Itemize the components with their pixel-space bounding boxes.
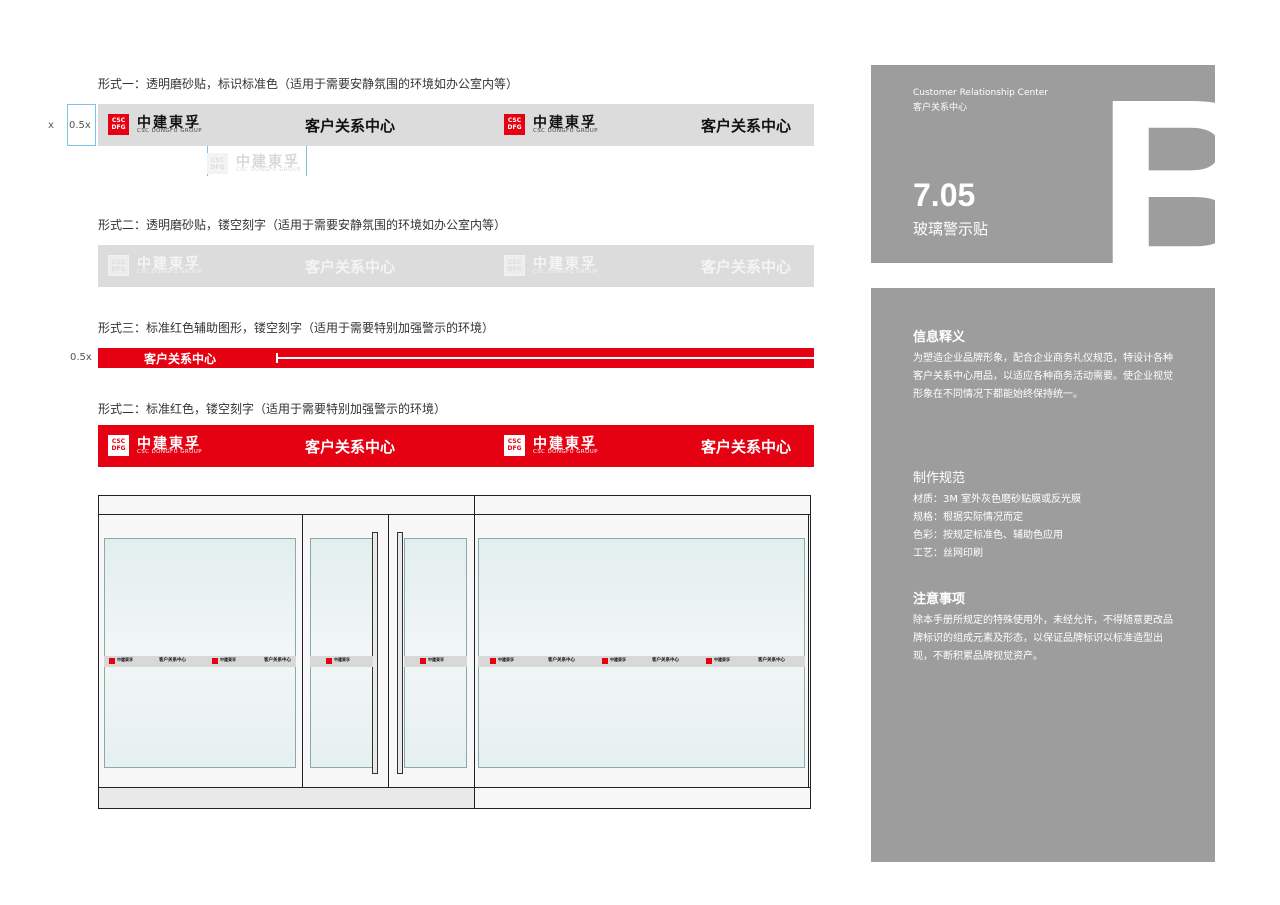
brand-logo: CSC DFG 中建東孚 CSC DONGFU GROUP xyxy=(108,255,208,277)
brand-seal-icon xyxy=(602,658,608,664)
center-name: 客户关系中心 xyxy=(305,438,396,456)
logo-english: CSC DONGFU GROUP xyxy=(236,167,301,173)
info-panel: 信息释义 为塑造企业品牌形象，配合企业商务礼仪规范，特设计各种客户关系中心用品，… xyxy=(871,288,1215,862)
door-jamb-left xyxy=(302,514,303,787)
brand-seal-icon: CSC DFG xyxy=(108,255,129,276)
form-4-unit: CSC DFG 中建東孚 CSC DONGFU GROUP 客户关系中心 xyxy=(494,425,794,467)
form-2-unit: CSC DFG 中建東孚 CSC DONGFU GROUP 客户关系中心 xyxy=(98,245,398,287)
center-name: 客户关系中心 xyxy=(305,258,396,276)
logo-chinese: 中建東孚 xyxy=(220,657,236,662)
center-name: 客户关系中心 xyxy=(758,658,785,663)
mini-warning-band: 中建東孚 xyxy=(310,656,373,667)
form-3-band: 客户关系中心 xyxy=(98,348,814,368)
spec-line-color: 色彩：按规定标准色、辅助色应用 xyxy=(913,530,1063,541)
guide-box-left xyxy=(67,104,96,146)
center-name: 客户关系中心 xyxy=(144,352,217,366)
form-2-unit: CSC DFG 中建東孚 CSC DONGFU GROUP 客户关系中心 xyxy=(494,245,794,287)
brand-logo: CSC DFG 中建東孚 CSC DONGFU GROUP xyxy=(108,114,208,136)
brand-seal-icon xyxy=(326,658,332,664)
glass-pane-right xyxy=(478,538,805,768)
logo-english: CSC DONGFU GROUP xyxy=(137,128,202,134)
form-3-caption: 形式三：标准红色辅助图形，镂空刻字（适用于需要特别加强警示的环境） xyxy=(98,321,495,335)
auxiliary-line xyxy=(276,357,814,359)
logo-english: CSC DONGFU GROUP xyxy=(533,449,598,455)
info-body: 为塑造企业品牌形象，配合企业商务礼仪规范，特设计各种客户关系中心用品，以适应各种… xyxy=(913,353,1173,400)
form-1-caption: 形式一：透明磨砂贴，标识标准色（适用于需要安静氛围的环境如办公室内等） xyxy=(98,77,519,91)
form-1-unit: CSC DFG 中建東孚 CSC DONGFU GROUP 客户关系中心 xyxy=(494,104,794,146)
logo-english: CSC DONGFU GROUP xyxy=(533,269,598,275)
glass-door-right xyxy=(404,538,467,768)
notes-body: 除本手册所规定的特殊使用外，未经允许，不得随意更改品牌标识的组成元素及形态，以保… xyxy=(913,615,1173,662)
brand-seal-icon: CSC DFG xyxy=(207,153,228,174)
logo-chinese: 中建東孚 xyxy=(117,657,133,662)
center-name: 客户关系中心 xyxy=(652,658,679,663)
brand-seal-icon: CSC DFG xyxy=(108,114,129,135)
brand-logo: CSC DFG 中建東孚 CSC DONGFU GROUP xyxy=(504,435,604,457)
center-name: 客户关系中心 xyxy=(701,438,792,456)
brand-seal-icon xyxy=(212,658,218,664)
auxiliary-line-cap xyxy=(276,353,278,363)
center-name: 客户关系中心 xyxy=(701,258,792,276)
logo-english: CSC DONGFU GROUP xyxy=(137,269,202,275)
brand-seal-icon xyxy=(706,658,712,664)
brand-logo: CSC DFG 中建東孚 CSC DONGFU GROUP xyxy=(504,114,604,136)
divider-line xyxy=(474,496,475,808)
logo-chinese: 中建東孚 xyxy=(334,657,350,662)
brand-seal-icon: CSC DFG xyxy=(504,255,525,276)
logo-english: CSC DONGFU GROUP xyxy=(137,449,202,455)
door-handle-left xyxy=(372,532,378,774)
transom-line xyxy=(99,514,810,515)
brand-seal-icon xyxy=(490,658,496,664)
brand-seal-icon: CSC DFG xyxy=(504,114,525,135)
spec-line-size: 规格：根据实际情况而定 xyxy=(913,512,1023,523)
form-2-band: CSC DFG 中建東孚 CSC DONGFU GROUP 客户关系中心 CSC… xyxy=(98,245,814,287)
brand-seal-icon: CSC DFG xyxy=(108,435,129,456)
header-english: Customer Relationship Center xyxy=(913,88,1048,98)
section-header-panel: Customer Relationship Center 客户关系中心 7.05… xyxy=(871,65,1215,263)
brand-seal-icon: CSC DFG xyxy=(504,435,525,456)
brand-logo: CSC DFG 中建東孚 CSC DONGFU GROUP xyxy=(504,255,604,277)
brand-seal-icon xyxy=(420,658,426,664)
logo-english: CSC DONGFU GROUP xyxy=(533,128,598,134)
info-title: 信息释义 xyxy=(913,330,966,345)
big-letter-watermark: B xyxy=(1096,65,1215,263)
form-1-band: CSC DFG 中建東孚 CSC DONGFU GROUP 客户关系中心 CSC… xyxy=(98,104,814,146)
spec-title: 制作规范 xyxy=(913,471,966,486)
measure-half-x-label: 0.5x xyxy=(70,352,92,363)
spec-line-process: 工艺：丝网印刷 xyxy=(913,548,983,559)
glass-door-left xyxy=(310,538,373,768)
form-4-band: CSC DFG 中建東孚 CSC DONGFU GROUP 客户关系中心 CSC… xyxy=(98,425,814,467)
section-title: 玻璃警示贴 xyxy=(913,220,989,238)
center-name: 客户关系中心 xyxy=(264,658,291,663)
form-1-unit: CSC DFG 中建東孚 CSC DONGFU GROUP 客户关系中心 xyxy=(98,104,398,146)
logo-chinese: 中建東孚 xyxy=(610,657,626,662)
section-number: 7.05 xyxy=(913,177,976,213)
glass-wall-illustration: 中建東孚 客户关系中心 中建東孚 客户关系中心 中建東孚 中建東孚 中建東孚 客… xyxy=(98,495,811,809)
mini-warning-band: 中建東孚 客户关系中心 中建東孚 客户关系中心 中建東孚 客户关系中心 xyxy=(478,656,805,667)
form-2-caption: 形式二：透明磨砂贴，镂空刻字（适用于需要安静氛围的环境如办公室内等） xyxy=(98,218,507,232)
spec-line-material: 材质：3M 室外灰色磨砂贴膜或反光膜 xyxy=(913,494,1082,505)
wall-edge-right xyxy=(808,514,809,787)
form-4-caption: 形式二：标准红色，镂空刻字（适用于需要特别加强警示的环境） xyxy=(98,402,447,416)
measure-x-label: x xyxy=(48,120,54,131)
door-jamb-center xyxy=(388,514,389,787)
center-name: 客户关系中心 xyxy=(305,117,396,135)
brand-logo: CSC DFG 中建東孚 CSC DONGFU GROUP xyxy=(108,435,208,457)
mini-warning-band: 中建東孚 xyxy=(404,656,467,667)
center-name: 客户关系中心 xyxy=(159,658,186,663)
door-handle-right xyxy=(397,532,403,774)
notes-title: 注意事项 xyxy=(913,592,966,607)
center-name: 客户关系中心 xyxy=(701,117,792,135)
logo-chinese: 中建東孚 xyxy=(428,657,444,662)
base-panel xyxy=(99,788,474,808)
logo-chinese: 中建東孚 xyxy=(714,657,730,662)
glass-pane-left xyxy=(104,538,296,768)
logo-chinese: 中建東孚 xyxy=(498,657,514,662)
clearspace-logo-ghost: CSC DFG 中建東孚 CSC DONGFU GROUP xyxy=(207,153,307,175)
brand-seal-icon xyxy=(109,658,115,664)
center-name: 客户关系中心 xyxy=(548,658,575,663)
form-4-unit: CSC DFG 中建東孚 CSC DONGFU GROUP 客户关系中心 xyxy=(98,425,398,467)
mini-warning-band: 中建東孚 客户关系中心 中建東孚 客户关系中心 xyxy=(104,656,296,667)
header-chinese: 客户关系中心 xyxy=(913,103,968,113)
